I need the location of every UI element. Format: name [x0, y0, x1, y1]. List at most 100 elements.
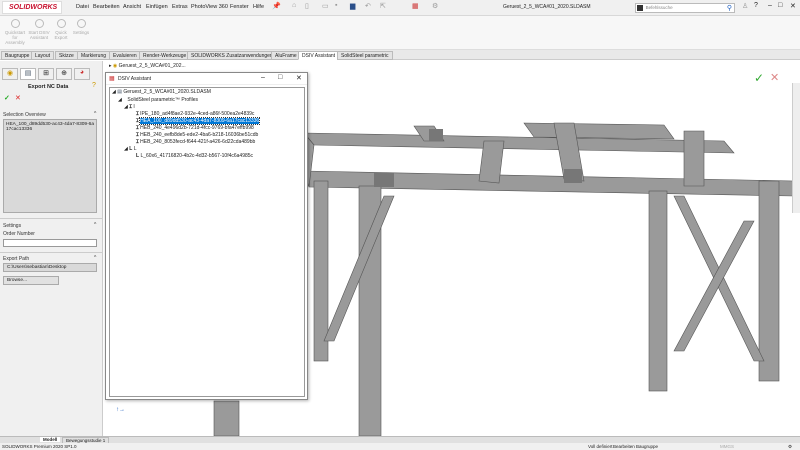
feature-tree-icon[interactable]: ◉ — [2, 68, 18, 80]
open-icon[interactable]: ▭ — [322, 2, 329, 10]
user-icon[interactable]: ♙ — [742, 2, 748, 10]
close-icon[interactable]: ✕ — [296, 74, 302, 82]
pin-icon[interactable]: 📌 — [272, 2, 281, 10]
menu-photoview[interactable]: PhotoView 360 — [191, 4, 228, 10]
tree-category-l[interactable]: ◢ L L — [110, 146, 304, 153]
tab-evaluieren[interactable]: Evaluieren — [109, 51, 141, 60]
tree-group[interactable]: ◢ SolidSteel parametric™ Profiles — [110, 97, 304, 104]
collapse-icon[interactable]: ^ — [94, 111, 96, 117]
property-manager-icon[interactable]: ▤ — [20, 68, 36, 80]
menu-extras[interactable]: Extras — [172, 4, 188, 10]
export-path-field[interactable]: C:\Users\sebastian\Desktop — [3, 263, 97, 272]
tree-root[interactable]: ◢ ▤ Geruest_2_5_WCA#01_2020.SLDASM — [110, 88, 304, 97]
dsiv-icon — [34, 19, 44, 28]
ok-check-icon[interactable]: ✓ — [4, 94, 10, 102]
panel-title: Export NC Data — [28, 84, 69, 90]
home-icon[interactable]: ⌂ — [292, 2, 296, 9]
gear-icon — [76, 19, 86, 28]
i-beam-icon: Ɪ — [136, 139, 139, 145]
select-icon[interactable]: ⇱ — [380, 2, 386, 10]
order-number-label: Order Number — [3, 231, 35, 237]
cancel-x-icon[interactable]: ✕ — [770, 71, 779, 84]
search-icon[interactable]: ⚲ — [727, 4, 732, 12]
i-beam-icon: Ɪ — [136, 132, 139, 138]
help-icon[interactable]: ? — [754, 2, 758, 9]
menu-datei[interactable]: Datei — [76, 4, 89, 10]
minimize-icon[interactable]: – — [261, 74, 265, 81]
angle-profile-icon: L — [136, 153, 140, 159]
browse-button[interactable]: Browse... — [3, 276, 59, 285]
tab-render[interactable]: Render-Werkzeuge — [139, 51, 191, 60]
tree-item[interactable]: L L_60x6_41716820-4b2c-4d32-b567-10f4c6a… — [110, 153, 304, 160]
menu-hilfe[interactable]: Hilfe — [253, 4, 264, 10]
configuration-icon[interactable]: ⊞ — [38, 68, 54, 80]
editing-status: Bearbeiten Baugruppe — [613, 444, 659, 449]
window-title: Geruest_2_5_WCA#01_2020.SLDASM — [503, 4, 591, 10]
selection-overview-header: Selection Overview — [3, 112, 46, 118]
tree-item[interactable]: Ɪ HEB_240_4e496d2b-721d-4fcc-9769-bfa47e… — [110, 125, 304, 132]
print-icon[interactable]: ▆ — [350, 2, 355, 10]
i-beam-icon: Ɪ — [136, 118, 139, 124]
tab-baugruppe[interactable]: Baugruppe — [1, 51, 34, 60]
quickstart-icon — [10, 19, 20, 28]
dsiv-assistant-dialog: ▦ DSIV Assistant – □ ✕ ◢ ▤ Geruest_2_5_W… — [105, 72, 308, 400]
assembly-icon: ▤ — [117, 89, 122, 95]
export-icon — [56, 19, 66, 28]
tree-item[interactable]: Ɪ HEB_240_eefb8de5-ede2-4ba6-b218-16036b… — [110, 132, 304, 139]
menu-bar: SOLIDWORKS Datei Bearbeiten Ansicht Einf… — [0, 0, 800, 16]
cancel-x-icon[interactable]: ✕ — [15, 94, 21, 102]
tree-item[interactable]: Ɪ HEB_240_8053fecd-f644-421f-a426-6d22cd… — [110, 139, 304, 146]
menu-ansicht[interactable]: Ansicht — [123, 4, 141, 10]
tab-zusatzanwendungen[interactable]: SOLIDWORKS Zusatzanwendungen — [187, 51, 277, 60]
new-document-icon[interactable]: ▯ — [305, 2, 309, 10]
units-selector[interactable]: MMGS — [720, 443, 734, 450]
confirm-check-icon[interactable]: ✓ — [754, 71, 764, 85]
display-manager-icon[interactable]: ◕ — [74, 68, 90, 80]
rebuild-icon[interactable]: ▦ — [412, 2, 419, 10]
export-path-header: Export Path — [3, 256, 30, 262]
menu-bearbeiten[interactable]: Bearbeiten — [93, 4, 120, 10]
minimize-icon[interactable]: – — [768, 2, 772, 9]
quickstart-button[interactable]: Quickstart for Assembly — [3, 19, 27, 45]
tab-dsiv-assistant[interactable]: DSIV Assistant — [298, 51, 340, 60]
tree-item[interactable]: Ɪ IPE_180_ad4f8ae2-932e-4ced-a86f-500ea2… — [110, 111, 304, 118]
task-pane[interactable] — [792, 83, 800, 213]
assembly-icon: ◉ — [112, 63, 118, 69]
tree-item-selected[interactable]: Ɪ HEA_100_d89dd530-ac43-4da7-8309-6a17ca… — [110, 117, 304, 125]
maximize-icon[interactable]: □ — [278, 74, 282, 81]
options-icon[interactable]: ⚙ — [432, 2, 438, 10]
menu-einfuegen[interactable]: Einfügen — [146, 4, 168, 10]
dialog-title: DSIV Assistant — [118, 76, 152, 82]
settings-header: Settings — [3, 223, 22, 229]
command-search-input[interactable]: Befehlssuche ⚲ — [635, 3, 735, 13]
undo-icon[interactable]: ↶ — [365, 2, 371, 10]
maximize-icon[interactable]: □ — [778, 2, 782, 9]
tab-modell[interactable]: Modell — [40, 437, 61, 442]
settings-button[interactable]: Settings — [69, 19, 93, 35]
help-icon[interactable]: ? — [92, 82, 96, 89]
i-beam-icon: Ɪ — [136, 125, 139, 131]
feature-tree-flyout[interactable]: ▸ ◉ Geruest_2_5_WCA#01_202... — [109, 63, 186, 69]
tab-skizze[interactable]: Skizze — [55, 51, 78, 60]
start-dsiv-button[interactable]: Start DSIV Assistant — [27, 19, 51, 40]
i-beam-icon: Ɪ — [129, 104, 133, 110]
panel-tabs: ◉ ▤ ⊞ ⊕ ◕ — [2, 68, 98, 80]
order-number-input[interactable] — [3, 239, 97, 247]
collapse-icon[interactable]: ^ — [94, 255, 96, 261]
axis-triad-icon: ↑→ — [116, 407, 125, 413]
profile-tree[interactable]: ◢ ▤ Geruest_2_5_WCA#01_2020.SLDASM ◢ Sol… — [109, 87, 305, 397]
settings-icon[interactable]: ⚙ — [788, 443, 792, 450]
tab-layout[interactable]: Layout — [31, 51, 55, 60]
dimxpert-icon[interactable]: ⊕ — [56, 68, 72, 80]
tab-aluframe[interactable]: AluFrame — [271, 51, 301, 60]
menu-fenster[interactable]: Fenster — [230, 4, 249, 10]
selection-list[interactable]: HEA_100_d89dd530-ac43-4da7-8309-6a17cac1… — [3, 119, 97, 213]
tab-solidsteel[interactable]: SolidSteel parametric — [337, 51, 393, 60]
definition-status: Voll definiert — [588, 444, 613, 449]
close-icon[interactable]: ✕ — [790, 2, 796, 10]
tree-category-i[interactable]: ◢ Ɪ I — [110, 104, 304, 111]
save-icon[interactable]: ▪ — [335, 2, 337, 9]
command-tabs: Baugruppe Layout Skizze Markierung Evalu… — [0, 50, 800, 60]
tab-markierung[interactable]: Markierung — [77, 51, 111, 60]
collapse-icon[interactable]: ^ — [94, 222, 96, 228]
